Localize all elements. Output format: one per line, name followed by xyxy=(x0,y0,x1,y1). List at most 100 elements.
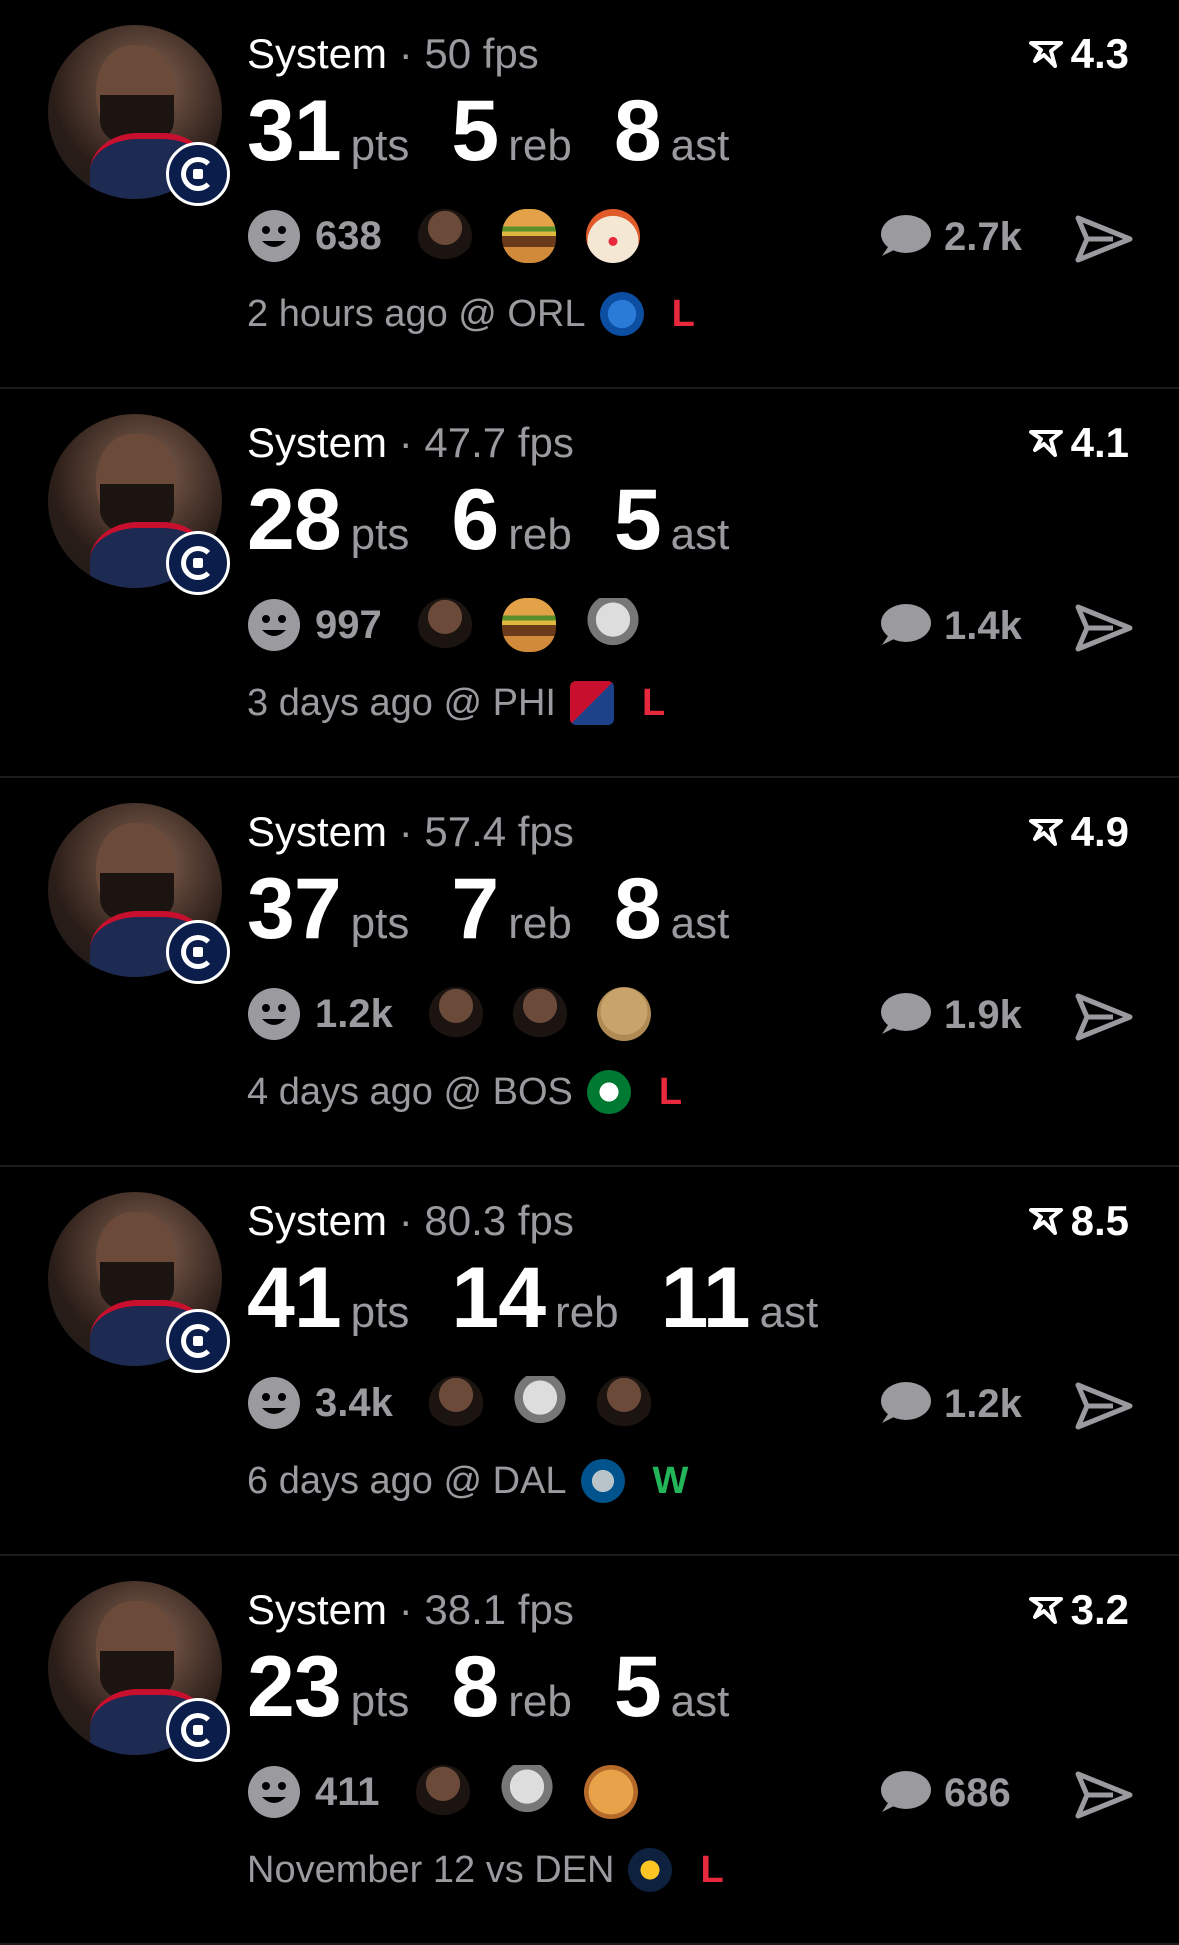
reactions[interactable]: 638 xyxy=(247,208,670,264)
comment-icon xyxy=(881,1382,931,1423)
post-card[interactable]: System · 38.1 fps 3.2 23 pts 8 reb 5 ast 411 xyxy=(0,1556,1179,1945)
smile-icon[interactable] xyxy=(247,598,301,652)
fps-value: 50 fps xyxy=(424,30,539,77)
stat-line: 28 pts 6 reb 5 ast xyxy=(247,471,771,570)
comment-icon xyxy=(881,604,931,645)
reactions[interactable]: 411 xyxy=(247,1764,668,1820)
author-name[interactable]: System xyxy=(247,419,387,466)
game-result: L xyxy=(641,681,666,724)
rating-value: 4.1 xyxy=(1070,419,1129,466)
game-result: L xyxy=(700,1848,724,1891)
team-badge-icon xyxy=(166,142,230,206)
reactions[interactable]: 3.4k xyxy=(247,1375,681,1431)
rating-value: 3.2 xyxy=(1070,1586,1129,1633)
post-card[interactable]: System · 57.4 fps 4.9 37 pts 7 reb 8 ast 1.2k xyxy=(0,778,1179,1167)
stat-value: 23 xyxy=(247,1639,342,1735)
smile-icon[interactable] xyxy=(247,209,301,263)
burger-icon xyxy=(501,209,556,263)
comment-count: 686 xyxy=(944,1770,1011,1815)
reaction-count: 997 xyxy=(315,602,382,647)
goat-icon xyxy=(585,598,640,652)
game-time: 4 days ago xyxy=(247,1070,433,1113)
stat-unit: ast xyxy=(670,121,730,170)
share-icon[interactable] xyxy=(1075,992,1133,1042)
rating: 8.5 xyxy=(1028,1197,1129,1245)
smile-icon[interactable] xyxy=(247,1376,301,1430)
harden-face-icon xyxy=(596,1376,651,1430)
stat-unit: ast xyxy=(670,899,730,948)
team-badge-icon xyxy=(166,1309,230,1373)
comment-icon xyxy=(881,993,931,1034)
post-card[interactable]: System · 50 fps 4.3 31 pts 5 reb 8 ast 638 xyxy=(0,0,1179,389)
game-meta: 2 hours ago @ ORL L xyxy=(247,292,695,336)
game-meta: 6 days ago @ DAL W xyxy=(247,1459,688,1503)
opponent-code[interactable]: ORL xyxy=(507,293,585,336)
share-icon[interactable] xyxy=(1075,603,1133,653)
post-title: System · 47.7 fps xyxy=(247,419,574,467)
stat-unit: ast xyxy=(670,1677,730,1726)
share-icon[interactable] xyxy=(1075,214,1133,264)
stat-value: 5 xyxy=(613,472,662,568)
rating-value: 8.5 xyxy=(1070,1197,1129,1244)
stat-value: 5 xyxy=(613,1639,662,1735)
opponent-code[interactable]: DEN xyxy=(534,1849,614,1892)
comment-button[interactable]: 1.2k xyxy=(876,1379,1022,1429)
author-name[interactable]: System xyxy=(247,1197,387,1244)
opponent-code[interactable]: BOS xyxy=(493,1071,573,1114)
comment-button[interactable]: 1.4k xyxy=(876,601,1022,651)
rating-icon xyxy=(1028,1208,1063,1235)
author-name[interactable]: System xyxy=(247,808,387,855)
venue-marker: vs xyxy=(485,1848,524,1891)
stat-value: 5 xyxy=(451,83,499,179)
opponent-code[interactable]: PHI xyxy=(493,682,556,725)
stat-unit: pts xyxy=(350,1677,410,1726)
stat-value: 8 xyxy=(613,83,662,179)
magic-logo xyxy=(599,292,644,336)
stat-unit: pts xyxy=(350,1288,410,1337)
comment-button[interactable]: 686 xyxy=(876,1768,1011,1818)
smile-icon[interactable] xyxy=(247,1765,301,1819)
author-name[interactable]: System xyxy=(247,1586,387,1633)
reaction-count: 3.4k xyxy=(315,1380,393,1425)
game-result: L xyxy=(671,292,695,335)
team-badge-icon xyxy=(166,1698,230,1762)
game-time: November 12 xyxy=(247,1848,476,1891)
post-title: System · 38.1 fps xyxy=(247,1586,574,1634)
mavericks-logo xyxy=(580,1459,625,1503)
share-icon[interactable] xyxy=(1075,1381,1133,1431)
rating: 4.3 xyxy=(1028,30,1129,78)
game-result: W xyxy=(652,1459,689,1502)
reactions[interactable]: 997 xyxy=(247,597,670,653)
comment-button[interactable]: 1.9k xyxy=(876,990,1022,1040)
post-card[interactable]: System · 80.3 fps 8.5 41 pts 14 reb 11 ast 3.… xyxy=(0,1167,1179,1556)
stat-value: 41 xyxy=(247,1250,342,1346)
opponent-code[interactable]: DAL xyxy=(493,1460,567,1503)
author-name[interactable]: System xyxy=(247,30,387,77)
rating-value: 4.3 xyxy=(1070,30,1129,77)
game-time: 6 days ago xyxy=(247,1459,433,1502)
game-meta: November 12 vs DEN L xyxy=(247,1848,724,1892)
harden-face-icon xyxy=(417,598,472,652)
share-icon[interactable] xyxy=(1075,1770,1133,1820)
title-separator: · xyxy=(398,1586,413,1633)
comment-count: 1.9k xyxy=(944,992,1022,1037)
comment-button[interactable]: 2.7k xyxy=(876,212,1022,262)
fps-value: 80.3 fps xyxy=(424,1197,574,1244)
stat-value: 7 xyxy=(451,861,499,957)
stat-value: 8 xyxy=(451,1639,499,1735)
reactions[interactable]: 1.2k xyxy=(247,986,681,1042)
post-card[interactable]: System · 47.7 fps 4.1 28 pts 6 reb 5 ast 997 xyxy=(0,389,1179,778)
title-separator: · xyxy=(398,419,413,466)
stat-value: 8 xyxy=(613,861,662,957)
comment-icon xyxy=(881,215,931,256)
stat-value: 11 xyxy=(660,1250,751,1346)
harden-face-icon xyxy=(415,1765,470,1819)
venue-marker: @ xyxy=(443,1459,483,1502)
rating: 4.9 xyxy=(1028,808,1129,856)
stat-line: 23 pts 8 reb 5 ast xyxy=(247,1638,771,1737)
game-meta: 3 days ago @ PHI L xyxy=(247,681,665,725)
badge-dot xyxy=(193,169,203,179)
fps-value: 57.4 fps xyxy=(424,808,574,855)
smile-icon[interactable] xyxy=(247,987,301,1041)
goat-icon xyxy=(499,1765,554,1819)
